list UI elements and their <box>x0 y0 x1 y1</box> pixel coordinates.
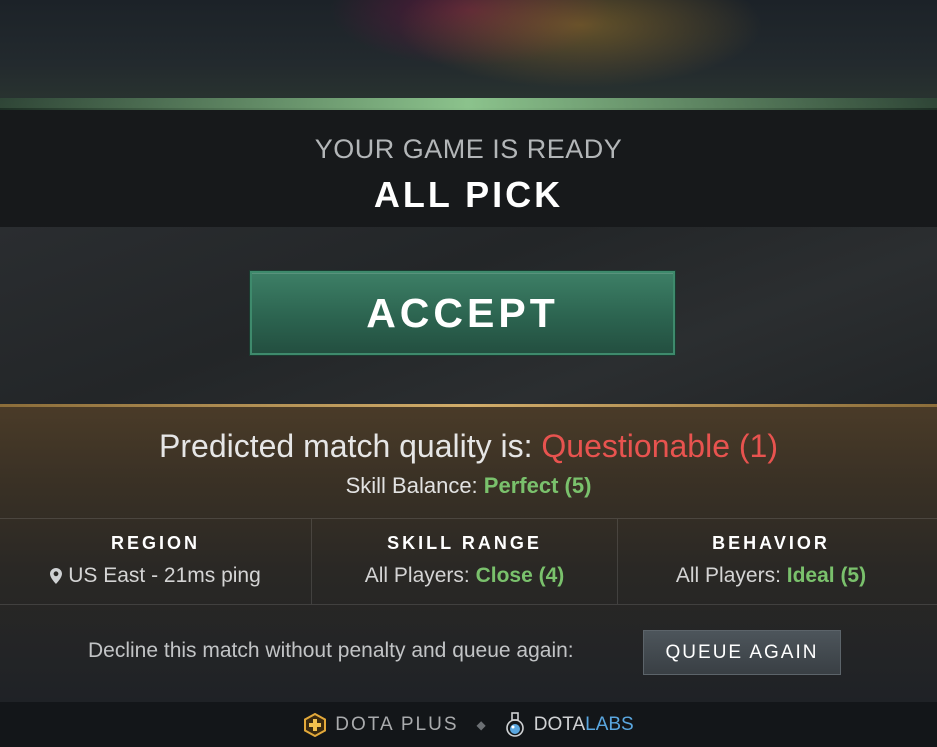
stats-bottom-divider <box>0 604 937 605</box>
footer-separator: ◆ <box>476 717 486 732</box>
stats-top-divider <box>0 518 937 519</box>
behavior-heading: BEHAVIOR <box>712 533 830 553</box>
skill-range-value-row: All Players: Close (4) <box>312 564 617 588</box>
queue-again-button[interactable]: QUEUE AGAIN <box>643 630 841 675</box>
decline-description: Decline this match without penalty and q… <box>88 639 574 662</box>
hero-glow-divider <box>0 98 937 110</box>
behavior-value-row: All Players: Ideal (5) <box>618 564 924 588</box>
ready-subtitle: YOUR GAME IS READY <box>314 134 623 164</box>
region-heading: REGION <box>110 533 200 553</box>
dota-labs-flask-icon <box>505 711 524 737</box>
skill-range-column: SKILL RANGE All Players: Close (4) <box>312 533 617 588</box>
predicted-match-quality: Predicted match quality is: Questionable… <box>0 428 937 465</box>
skill-balance-label: Skill Balance: <box>345 473 484 498</box>
dota-labs-label: DOTALABS <box>533 713 634 735</box>
footer-bar: DOTA PLUS ◆ DOTALABS <box>0 702 937 747</box>
location-pin-icon <box>50 568 63 584</box>
behavior-value: Ideal (5) <box>786 564 867 587</box>
skill-balance-value: Perfect (5) <box>483 473 592 498</box>
accept-button[interactable]: ACCEPT <box>250 271 675 355</box>
behavior-column: BEHAVIOR All Players: Ideal (5) <box>618 533 924 588</box>
region-value: US East - 21ms ping <box>68 564 261 587</box>
region-column: REGION US East - 21ms ping <box>0 533 311 588</box>
quality-prefix: Predicted match quality is: <box>159 428 542 464</box>
dota-plus-label: DOTA PLUS <box>335 713 459 735</box>
skill-range-label: All Players: <box>364 564 476 587</box>
game-mode-title: ALL PICK <box>373 174 564 215</box>
skill-range-heading: SKILL RANGE <box>387 533 542 553</box>
dota-labs-link[interactable]: DOTALABS <box>504 711 634 738</box>
dota-plus-link[interactable]: DOTA PLUS <box>303 712 459 737</box>
skill-balance: Skill Balance: Perfect (5) <box>0 473 937 499</box>
region-value-row: US East - 21ms ping <box>0 564 311 588</box>
behavior-label: All Players: <box>675 564 787 587</box>
quality-rating: Questionable (1) <box>541 428 778 464</box>
hero-artwork <box>0 0 937 108</box>
dota-plus-icon <box>304 712 327 737</box>
skill-range-value: Close (4) <box>475 564 565 587</box>
